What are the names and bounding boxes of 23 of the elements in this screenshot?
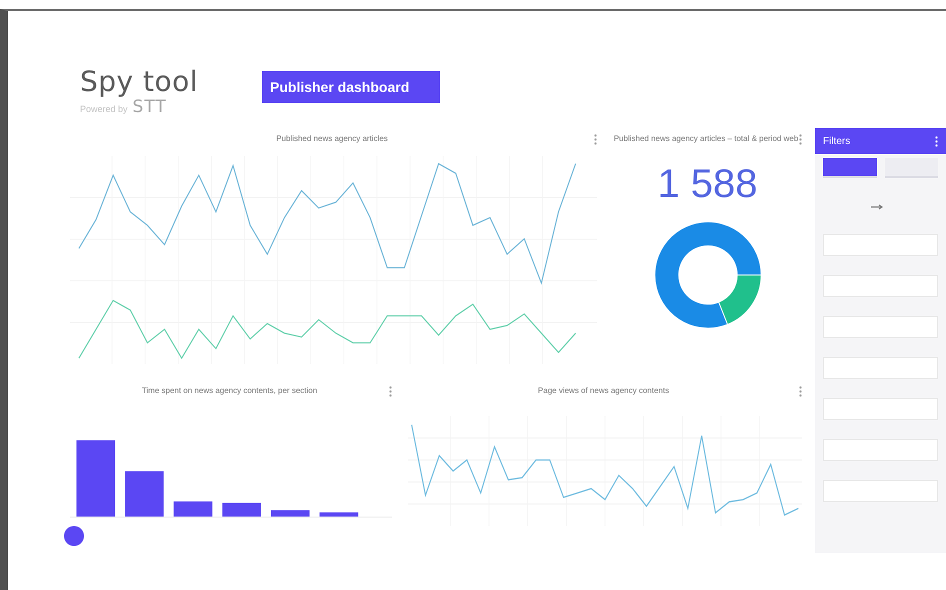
tagline: Powered by xyxy=(80,104,128,114)
more-icon[interactable] xyxy=(389,386,392,397)
chart-title: Published news agency articles – total & period web xyxy=(613,134,799,143)
chart-bar xyxy=(320,512,358,517)
chart-title: Page views of news agency contents xyxy=(536,386,670,395)
app-title: Spy tool xyxy=(80,66,200,96)
more-icon[interactable] xyxy=(799,134,802,145)
chart-title: Time spent on news agency contents, per section xyxy=(140,386,318,395)
chart-bar xyxy=(174,501,212,517)
panel-tab[interactable] xyxy=(823,158,876,178)
chart-bar xyxy=(222,502,261,517)
round-button[interactable] xyxy=(64,526,84,546)
more-icon[interactable] xyxy=(594,134,597,145)
chart-title: Published news agency articles xyxy=(275,134,389,143)
more-icon[interactable] xyxy=(935,136,938,146)
brand-name: STT xyxy=(132,96,167,116)
kpi-value: 1 588 xyxy=(656,162,759,207)
arrow-icon xyxy=(871,204,883,210)
dashboard-button[interactable]: Publisher dashboard xyxy=(262,70,440,102)
more-icon[interactable] xyxy=(799,386,802,397)
chart-bar xyxy=(125,471,164,517)
chart-bar xyxy=(270,510,310,517)
panel-title: Filters xyxy=(823,136,850,146)
